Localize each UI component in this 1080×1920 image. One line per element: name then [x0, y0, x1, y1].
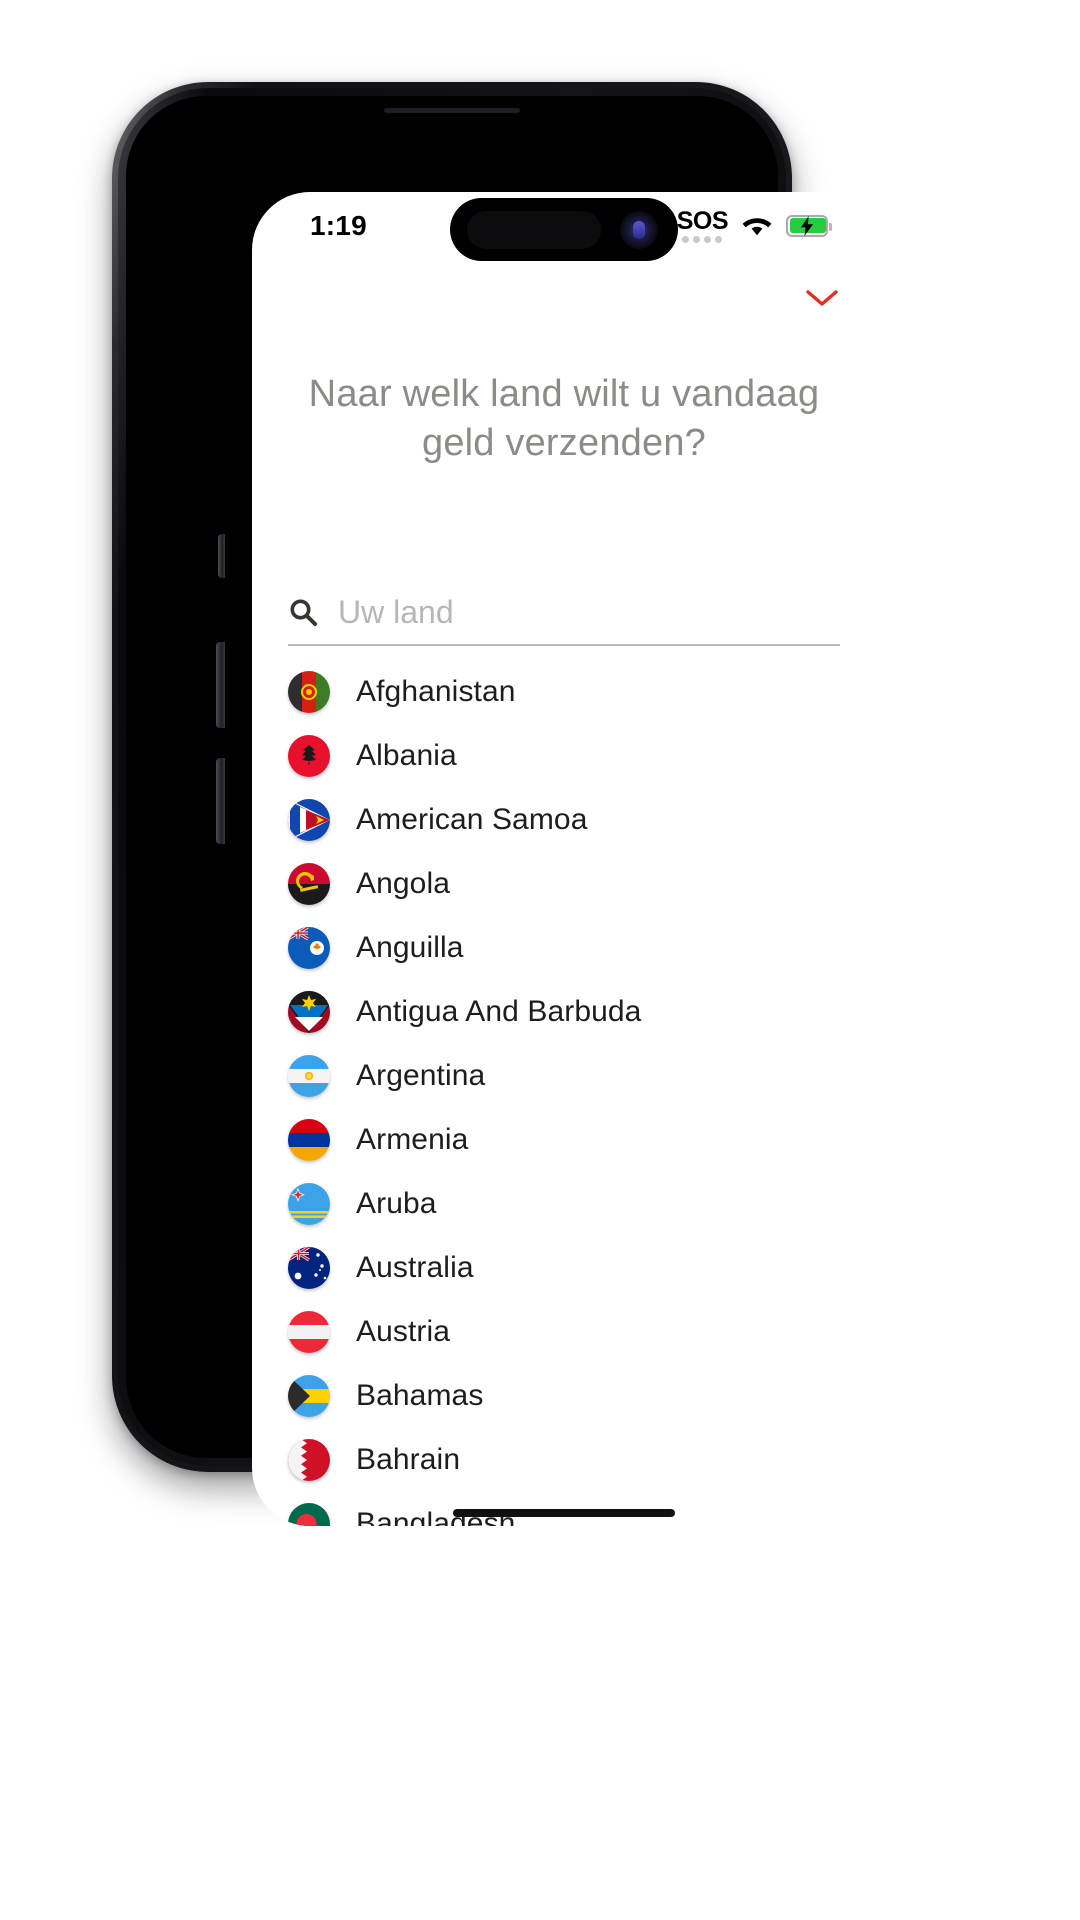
country-name: American Samoa: [356, 803, 588, 836]
flag-icon-ar: [288, 1055, 330, 1097]
flag-icon-at: [288, 1311, 330, 1353]
flag-icon-bh: [288, 1439, 330, 1481]
sos-indicator: SOS: [676, 207, 729, 243]
phone-screen: 1:19 SOS Naar welk land wilt u vandaag g…: [252, 192, 876, 1526]
country-list-item[interactable]: Antigua And Barbuda: [252, 980, 876, 1044]
country-list-item[interactable]: Armenia: [252, 1108, 876, 1172]
sos-label: SOS: [676, 207, 729, 235]
home-indicator[interactable]: [453, 1509, 675, 1517]
charging-bolt-icon: [801, 215, 813, 236]
volume-down-button[interactable]: [216, 758, 225, 844]
silent-switch-button[interactable]: [218, 534, 225, 578]
country-list-item[interactable]: Albania: [252, 724, 876, 788]
country-name: Aruba: [356, 1187, 437, 1220]
screenshot-root: 1:19 SOS Naar welk land wilt u vandaag g…: [0, 0, 1080, 1920]
country-list-item[interactable]: American Samoa: [252, 788, 876, 852]
flag-icon-aw: [288, 1183, 330, 1225]
country-name: Armenia: [356, 1123, 469, 1156]
collapse-sheet-button[interactable]: [794, 276, 850, 320]
flag-icon-ai: [288, 927, 330, 969]
country-list-item[interactable]: Australia: [252, 1236, 876, 1300]
country-list-item[interactable]: Aruba: [252, 1172, 876, 1236]
volume-up-button[interactable]: [216, 642, 225, 728]
country-name: Albania: [356, 739, 457, 772]
flag-icon-af: [288, 671, 330, 713]
dynamic-island: [450, 198, 678, 261]
earpiece-slit: [384, 108, 520, 113]
phone-frame: 1:19 SOS Naar welk land wilt u vandaag g…: [112, 82, 876, 1526]
country-search-field[interactable]: [288, 580, 840, 646]
status-bar-indicators: SOS: [676, 207, 832, 243]
country-list-item[interactable]: Austria: [252, 1300, 876, 1364]
flag-icon-ao: [288, 863, 330, 905]
country-name: Argentina: [356, 1059, 486, 1092]
chevron-down-icon[interactable]: [805, 288, 839, 308]
flag-icon-as: [288, 799, 330, 841]
country-name: Antigua And Barbuda: [356, 995, 642, 1028]
flag-icon-al: [288, 735, 330, 777]
country-name: Bahamas: [356, 1379, 484, 1412]
country-list-item[interactable]: Bahamas: [252, 1364, 876, 1428]
country-list-item[interactable]: Afghanistan: [252, 660, 876, 724]
signal-dots-icon: [677, 236, 728, 243]
country-name: Bahrain: [356, 1443, 461, 1476]
country-list[interactable]: Afghanistan Albania American Samoa Angola An…: [252, 660, 876, 1526]
country-list-item[interactable]: Anguilla: [252, 916, 876, 980]
dynamic-island-pill: [467, 211, 601, 249]
flag-icon-am: [288, 1119, 330, 1161]
country-list-item[interactable]: Bahrain: [252, 1428, 876, 1492]
flag-icon-bs: [288, 1375, 330, 1417]
wifi-icon: [742, 217, 772, 235]
country-name: Angola: [356, 867, 451, 900]
status-bar: 1:19 SOS: [252, 192, 876, 264]
status-bar-time: 1:19: [310, 210, 367, 241]
flag-icon-bd: [288, 1503, 330, 1526]
country-list-item[interactable]: Argentina: [252, 1044, 876, 1108]
battery-icon: [786, 214, 832, 237]
country-list-item[interactable]: Angola: [252, 852, 876, 916]
search-icon: [290, 599, 317, 626]
search-input[interactable]: [338, 593, 840, 631]
page-title: Naar welk land wilt u vandaag geld verze…: [308, 373, 820, 464]
country-name: Afghanistan: [356, 675, 516, 708]
country-name: Austria: [356, 1315, 451, 1348]
front-camera-icon: [620, 211, 658, 249]
flag-icon-ag: [288, 991, 330, 1033]
flag-icon-au: [288, 1247, 330, 1289]
country-name: Australia: [356, 1251, 474, 1284]
country-name: Anguilla: [356, 931, 464, 964]
